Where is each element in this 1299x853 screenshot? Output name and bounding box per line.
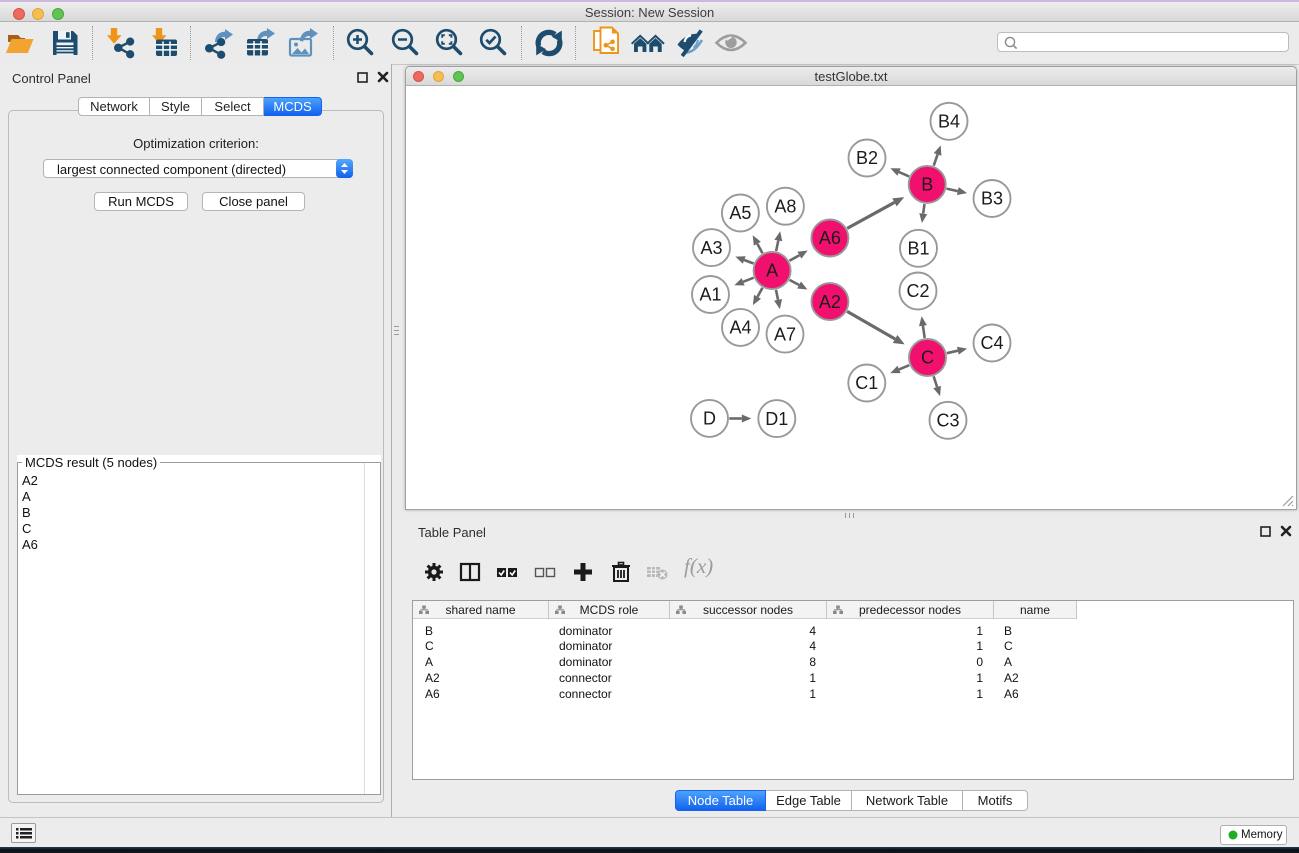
svg-text:C4: C4 [980, 333, 1003, 353]
svg-text:A: A [766, 261, 778, 281]
svg-text:B1: B1 [907, 239, 929, 259]
svg-text:D1: D1 [765, 409, 788, 429]
svg-text:A6: A6 [819, 228, 841, 248]
svg-text:A1: A1 [699, 285, 721, 305]
svg-text:B4: B4 [938, 112, 960, 132]
svg-text:D: D [703, 409, 716, 429]
svg-text:C1: C1 [855, 373, 878, 393]
svg-text:A8: A8 [774, 196, 796, 216]
svg-text:B: B [921, 175, 933, 195]
svg-text:B3: B3 [981, 189, 1003, 209]
svg-text:C: C [921, 348, 934, 368]
svg-text:C2: C2 [906, 281, 929, 301]
svg-text:B2: B2 [856, 148, 878, 168]
svg-text:A7: A7 [774, 324, 796, 344]
svg-text:A3: A3 [700, 238, 722, 258]
svg-text:C3: C3 [936, 411, 959, 431]
svg-text:A5: A5 [729, 203, 751, 223]
svg-text:A2: A2 [819, 292, 841, 312]
svg-text:A4: A4 [729, 318, 751, 338]
